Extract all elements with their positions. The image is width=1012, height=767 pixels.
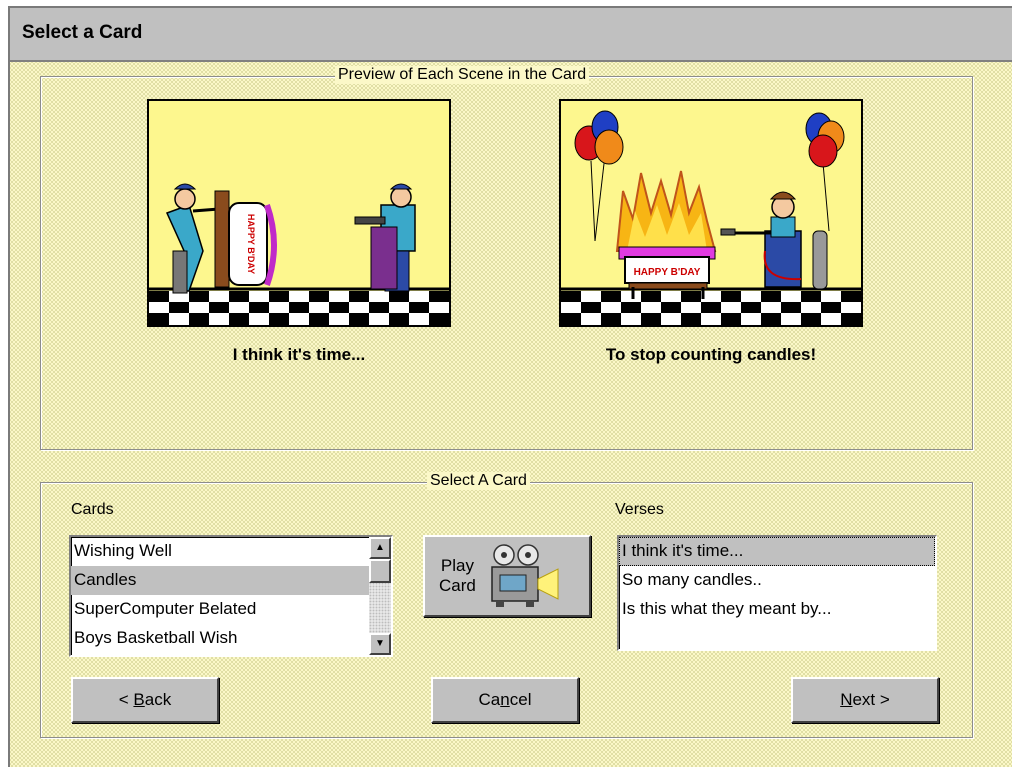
cake-banner-text-2: HAPPY B'DAY bbox=[634, 267, 701, 278]
select-card-window: Select a Card Preview of Each Scene in t… bbox=[8, 6, 1012, 767]
arrow-down-icon: ▼ bbox=[375, 638, 385, 649]
select-card-group-label: Select A Card bbox=[427, 472, 530, 490]
cards-scrollbar[interactable]: ▲ ▼ bbox=[369, 537, 391, 655]
back-button[interactable]: < Back bbox=[71, 677, 219, 723]
card-item-supercomputer-belated[interactable]: SuperComputer Belated bbox=[71, 595, 369, 624]
scroll-thumb[interactable] bbox=[369, 559, 391, 583]
back-label-rest: ack bbox=[144, 690, 172, 709]
play-card-label-line1: Play bbox=[440, 556, 474, 575]
play-card-button[interactable]: Play Card bbox=[423, 535, 591, 617]
card-item-candles[interactable]: Candles bbox=[71, 566, 369, 595]
play-card-label-line2: Card bbox=[439, 576, 476, 595]
next-label-mnemonic: N bbox=[840, 690, 853, 709]
card-item-wishing-well[interactable]: Wishing Well bbox=[71, 537, 369, 566]
verse-item-3[interactable]: Is this what they meant by... bbox=[619, 595, 935, 624]
scroll-up-button[interactable]: ▲ bbox=[369, 537, 391, 559]
checkered-floor-2 bbox=[561, 287, 861, 325]
card-item-boys-basketball-wish[interactable]: Boys Basketball Wish bbox=[71, 624, 369, 653]
back-label-prefix: < bbox=[118, 690, 134, 709]
film-projector-icon bbox=[491, 544, 559, 607]
preview-group: Preview of Each Scene in the Card HAPPY … bbox=[40, 66, 973, 450]
verse-item-2[interactable]: So many candles.. bbox=[619, 566, 935, 595]
cancel-button[interactable]: Ca n cel bbox=[431, 677, 579, 723]
title-bar: Select a Card bbox=[10, 8, 1012, 62]
preview-group-label: Preview of Each Scene in the Card bbox=[335, 66, 590, 84]
window-title: Select a Card bbox=[22, 22, 143, 43]
scene-preview-2: HAPPY B'DAY bbox=[559, 99, 863, 327]
next-label-rest: ext > bbox=[852, 690, 890, 709]
scroll-down-button[interactable]: ▼ bbox=[369, 633, 391, 655]
verses-listbox[interactable]: I think it's time... So many candles.. I… bbox=[617, 535, 937, 651]
scene-caption-1: I think it's time... bbox=[232, 345, 366, 364]
verses-label: Verses bbox=[615, 501, 664, 518]
cancel-label-prefix: Ca bbox=[478, 690, 501, 709]
cards-listbox[interactable]: Wishing Well Candles SuperComputer Belat… bbox=[69, 535, 393, 657]
next-button[interactable]: Next > bbox=[791, 677, 939, 723]
arrow-up-icon: ▲ bbox=[375, 542, 385, 553]
scene-preview-1: HAPPY B'DAY bbox=[147, 99, 451, 327]
select-card-group: Select A Card Cards Verses Wishing Well … bbox=[40, 472, 973, 738]
checkered-floor bbox=[149, 287, 449, 325]
cards-label: Cards bbox=[71, 501, 114, 518]
scene-caption-2: To stop counting candles! bbox=[605, 345, 817, 364]
verse-item-1[interactable]: I think it's time... bbox=[619, 537, 935, 566]
cake-banner-text-1: HAPPY B'DAY bbox=[246, 214, 256, 274]
back-label-mnemonic: B bbox=[133, 690, 145, 709]
cancel-label-mnemonic: n bbox=[500, 690, 510, 709]
cancel-label-rest: cel bbox=[509, 690, 532, 709]
